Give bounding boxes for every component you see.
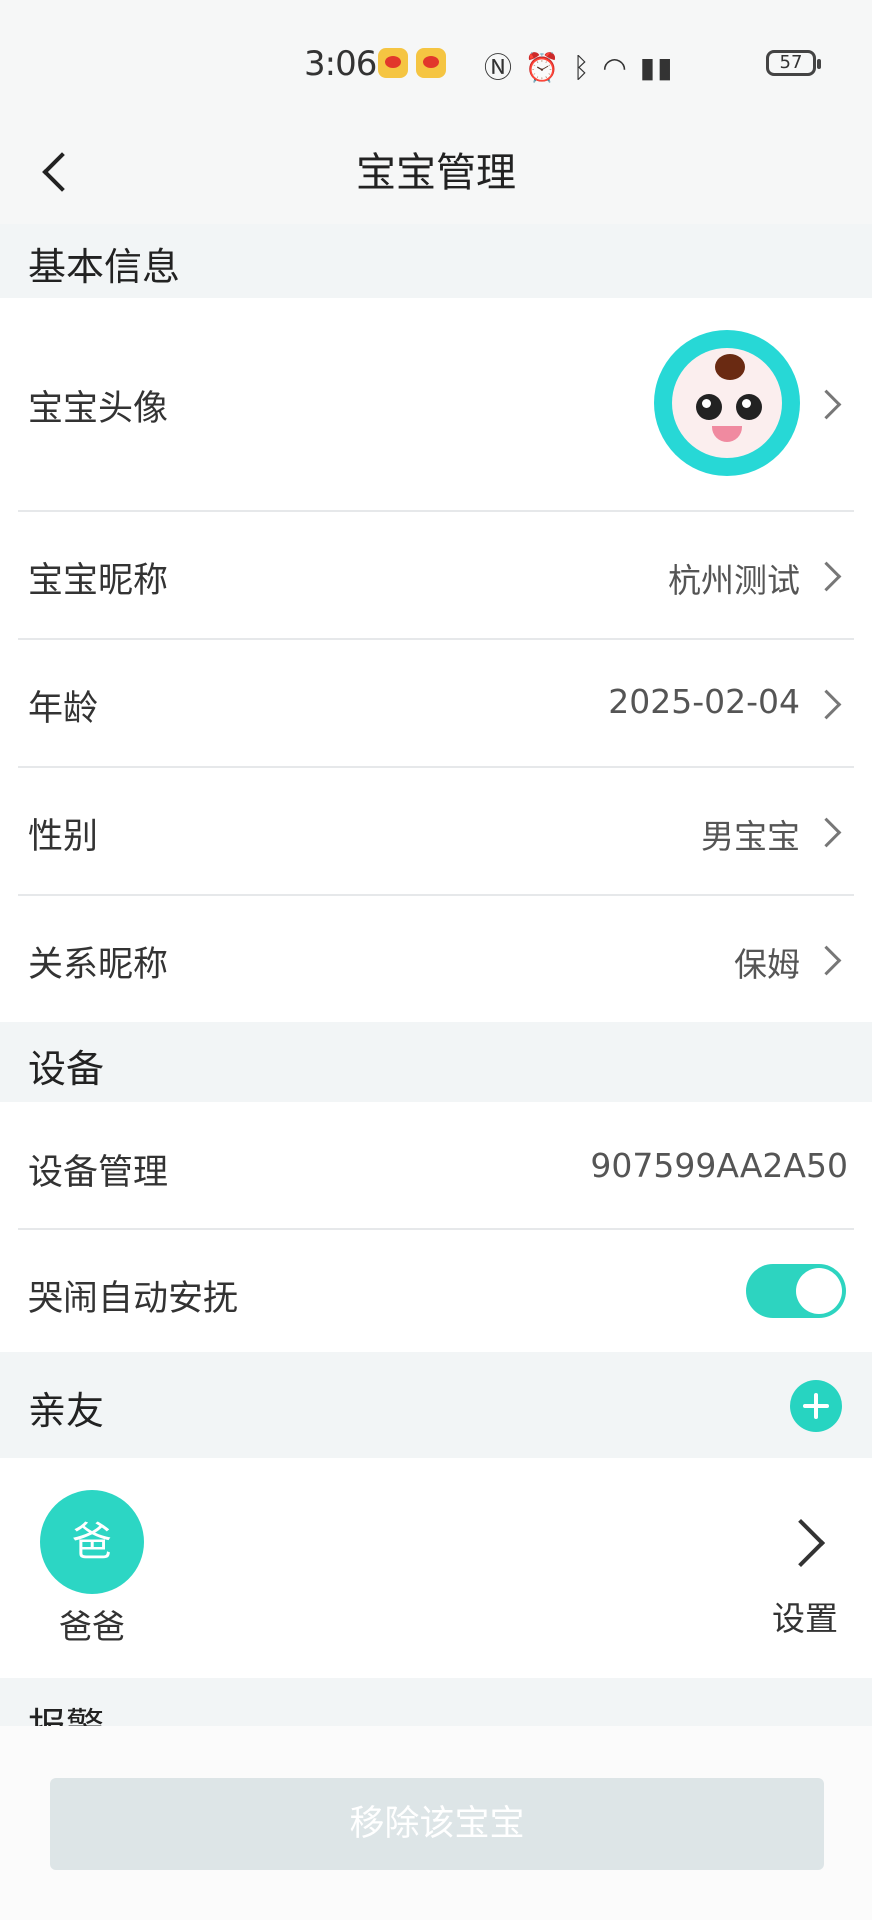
chevron-right-icon xyxy=(814,946,842,974)
nav-bar: 宝宝管理 xyxy=(0,120,872,224)
row-label: 宝宝头像 xyxy=(28,389,169,429)
section-header-family: 亲友 xyxy=(0,1352,872,1458)
bluetooth-icon: ᛒ xyxy=(572,51,592,84)
chevron-right-icon xyxy=(814,818,842,846)
row-value: 男宝宝 xyxy=(701,817,800,856)
row-value: 2025-02-04 xyxy=(608,682,800,721)
add-family-button[interactable] xyxy=(790,1380,842,1432)
remove-baby-button[interactable]: 移除该宝宝 xyxy=(50,1778,824,1870)
alarm-icon: ⏰ xyxy=(524,51,562,84)
member-avatar[interactable]: 爸 xyxy=(40,1490,144,1594)
baby-face-icon xyxy=(672,348,782,458)
section-title: 设备 xyxy=(28,1047,105,1091)
battery-icon: 57 xyxy=(766,50,821,76)
weibo-app-icon xyxy=(378,48,408,78)
row-device-manage[interactable]: 设备管理 907599AA2A50 xyxy=(0,1102,872,1228)
section-title: 基本信息 xyxy=(28,245,181,289)
row-label: 哭闹自动安抚 xyxy=(28,1279,239,1319)
signal-icon: ▮▮ xyxy=(639,51,675,84)
device-id: 907599AA2A50 xyxy=(590,1146,848,1185)
chevron-right-icon xyxy=(814,690,842,718)
section-header-device: 设备 xyxy=(0,1022,872,1102)
auto-soothe-toggle[interactable] xyxy=(746,1264,846,1318)
status-bar: 3:06 Ⓝ ⏰ ᛒ ◠ ▮▮ 57 xyxy=(0,0,872,120)
chevron-right-icon xyxy=(814,390,842,418)
row-relation[interactable]: 关系昵称 保姆 xyxy=(0,896,872,1022)
row-label: 宝宝昵称 xyxy=(28,561,169,601)
chevron-right-icon[interactable] xyxy=(784,1518,824,1568)
family-settings-button[interactable]: 设置 xyxy=(760,1592,850,1640)
row-label: 设备管理 xyxy=(28,1153,169,1193)
row-value: 杭州测试 xyxy=(668,561,800,600)
status-icons: Ⓝ ⏰ ᛒ ◠ ▮▮ xyxy=(484,46,675,86)
member-name: 爸爸 xyxy=(59,1607,125,1646)
row-label: 年龄 xyxy=(28,689,99,729)
row-label: 关系昵称 xyxy=(28,945,169,985)
row-auto-soothe: 哭闹自动安抚 xyxy=(0,1230,872,1352)
wifi-icon: ◠ xyxy=(602,51,629,84)
section-header-basic: 基本信息 xyxy=(0,224,872,298)
nfc-icon: Ⓝ xyxy=(484,51,515,84)
baby-avatar[interactable] xyxy=(654,330,800,476)
row-gender[interactable]: 性别 男宝宝 xyxy=(0,768,872,894)
row-value: 保姆 xyxy=(734,945,800,984)
status-time: 3:06 xyxy=(304,44,377,84)
chevron-right-icon xyxy=(814,562,842,590)
row-nickname[interactable]: 宝宝昵称 杭州测试 xyxy=(0,512,872,638)
row-label: 性别 xyxy=(28,817,99,857)
weibo-app-icon xyxy=(416,48,446,78)
section-title: 亲友 xyxy=(28,1389,105,1433)
page-title: 宝宝管理 xyxy=(356,150,516,196)
row-age[interactable]: 年龄 2025-02-04 xyxy=(0,640,872,766)
